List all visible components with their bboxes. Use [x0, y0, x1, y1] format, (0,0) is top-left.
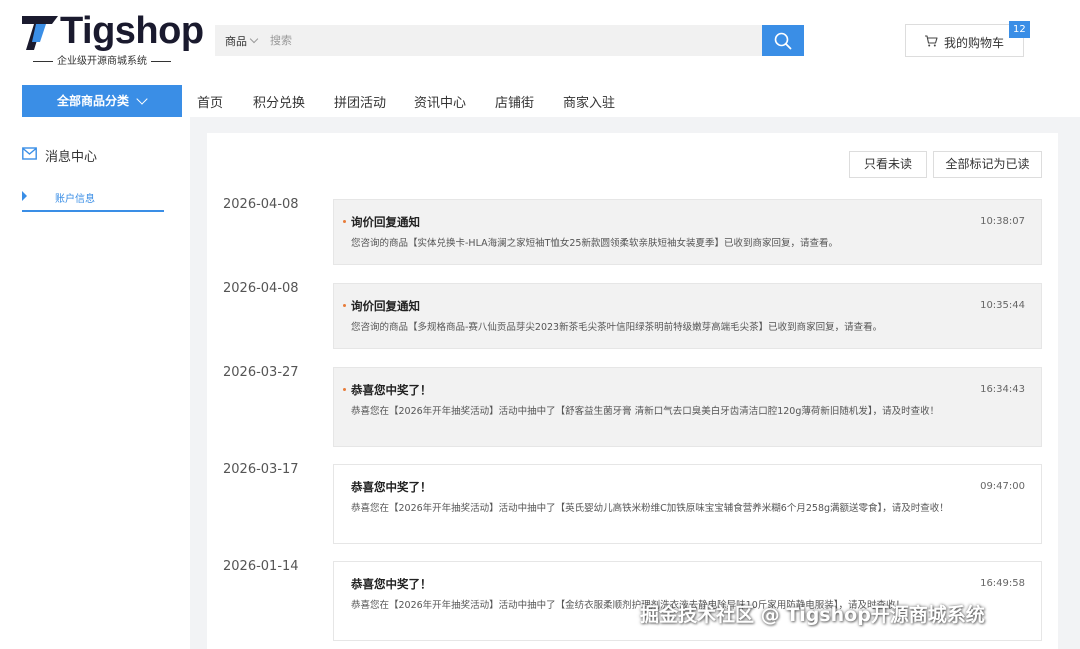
unread-only-button[interactable]: 只看未读	[849, 151, 927, 178]
message-title: 恭喜您中奖了！	[351, 577, 432, 591]
site-header: Tigshop 企业级开源商城系统 商品 我的购物车 12 全部商品分类 首页 …	[0, 0, 1080, 117]
cart-button[interactable]: 我的购物车	[905, 24, 1024, 57]
cart-count-badge: 12	[1009, 21, 1030, 38]
nav-link-home[interactable]: 首页	[197, 92, 223, 111]
mail-icon	[22, 147, 37, 160]
message-date: 2026-03-17	[223, 462, 299, 477]
nav-link-news[interactable]: 资讯中心	[414, 92, 466, 111]
message-title: 询价回复通知	[351, 215, 420, 229]
message-title: 恭喜您中奖了！	[351, 383, 432, 397]
message-item[interactable]: 恭喜您中奖了！ 16:34:43 恭喜您在【2026年开年抽奖活动】活动中抽中了…	[333, 367, 1042, 447]
unread-dot	[343, 388, 346, 391]
main-nav: 全部商品分类 首页 积分兑换 拼团活动 资讯中心 店铺街 商家入驻	[0, 85, 1080, 117]
logo-mark-icon	[22, 16, 58, 50]
message-body: 您咨询的商品【实体兑换卡-HLA海澜之家短袖T恤女25新款圆领柔软亲肤短袖女装夏…	[351, 238, 838, 249]
logo-subtitle: 企业级开源商城系统	[24, 52, 180, 67]
unread-dot	[343, 304, 346, 307]
message-time: 16:34:43	[980, 384, 1025, 395]
message-title: 恭喜您中奖了！	[351, 480, 432, 494]
search-category-select[interactable]: 商品	[225, 33, 247, 49]
nav-link-points[interactable]: 积分兑换	[253, 92, 305, 111]
cart-icon	[925, 35, 938, 47]
sidebar-item-label: 账户信息	[55, 194, 95, 205]
message-panel: 只看未读 全部标记为已读 2026-04-08 询价回复通知 10:38:07 …	[207, 133, 1058, 649]
mark-all-read-button[interactable]: 全部标记为已读	[933, 151, 1042, 178]
watermark: 掘金技术社区 @ Tigshop开源商城系统	[640, 604, 985, 626]
sidebar: 消息中心 账户信息	[0, 117, 190, 649]
message-time: 16:49:58	[980, 578, 1025, 589]
search-bar: 商品	[215, 25, 804, 56]
caret-right-icon	[22, 191, 27, 201]
message-item[interactable]: 询价回复通知 10:35:44 您咨询的商品【多规格商品-赛八仙贡品芽尖2023…	[333, 283, 1042, 349]
message-time: 10:38:07	[980, 216, 1025, 227]
message-body: 恭喜您在【2026年开年抽奖活动】活动中抽中了【英氏婴幼儿高铁米粉维C加铁原味宝…	[351, 503, 949, 514]
nav-link-group-buy[interactable]: 拼团活动	[334, 92, 386, 111]
nav-link-shops[interactable]: 店铺街	[495, 92, 534, 111]
search-input[interactable]	[270, 29, 750, 52]
logo-text: Tigshop	[60, 10, 204, 52]
unread-dot	[343, 220, 346, 223]
message-date: 2026-04-08	[223, 197, 299, 212]
cart-label: 我的购物车	[944, 36, 1005, 50]
message-time: 09:47:00	[980, 481, 1025, 492]
message-item[interactable]: 恭喜您中奖了！ 09:47:00 恭喜您在【2026年开年抽奖活动】活动中抽中了…	[333, 464, 1042, 544]
logo[interactable]: Tigshop 企业级开源商城系统	[22, 10, 204, 68]
chevron-down-icon	[249, 34, 259, 44]
sidebar-title: 消息中心	[45, 150, 98, 165]
message-date: 2026-04-08	[223, 281, 299, 296]
nav-link-merchant-join[interactable]: 商家入驻	[563, 92, 615, 111]
message-date: 2026-03-27	[223, 365, 299, 380]
sidebar-item-account-info[interactable]: 账户信息	[22, 185, 164, 212]
chevron-down-icon	[136, 93, 148, 105]
search-button[interactable]	[762, 25, 804, 56]
message-time: 10:35:44	[980, 300, 1025, 311]
message-body: 恭喜您在【2026年开年抽奖活动】活动中抽中了【舒客益生菌牙膏 清新口气去口臭美…	[351, 406, 940, 417]
search-icon	[774, 32, 792, 50]
message-item[interactable]: 询价回复通知 10:38:07 您咨询的商品【实体兑换卡-HLA海澜之家短袖T恤…	[333, 199, 1042, 265]
message-date: 2026-01-14	[223, 559, 299, 574]
message-title: 询价回复通知	[351, 299, 420, 313]
message-body: 您咨询的商品【多规格商品-赛八仙贡品芽尖2023新茶毛尖茶叶信阳绿茶明前特级嫩芽…	[351, 322, 883, 333]
all-categories-label: 全部商品分类	[57, 94, 130, 108]
all-categories-button[interactable]: 全部商品分类	[22, 85, 182, 117]
